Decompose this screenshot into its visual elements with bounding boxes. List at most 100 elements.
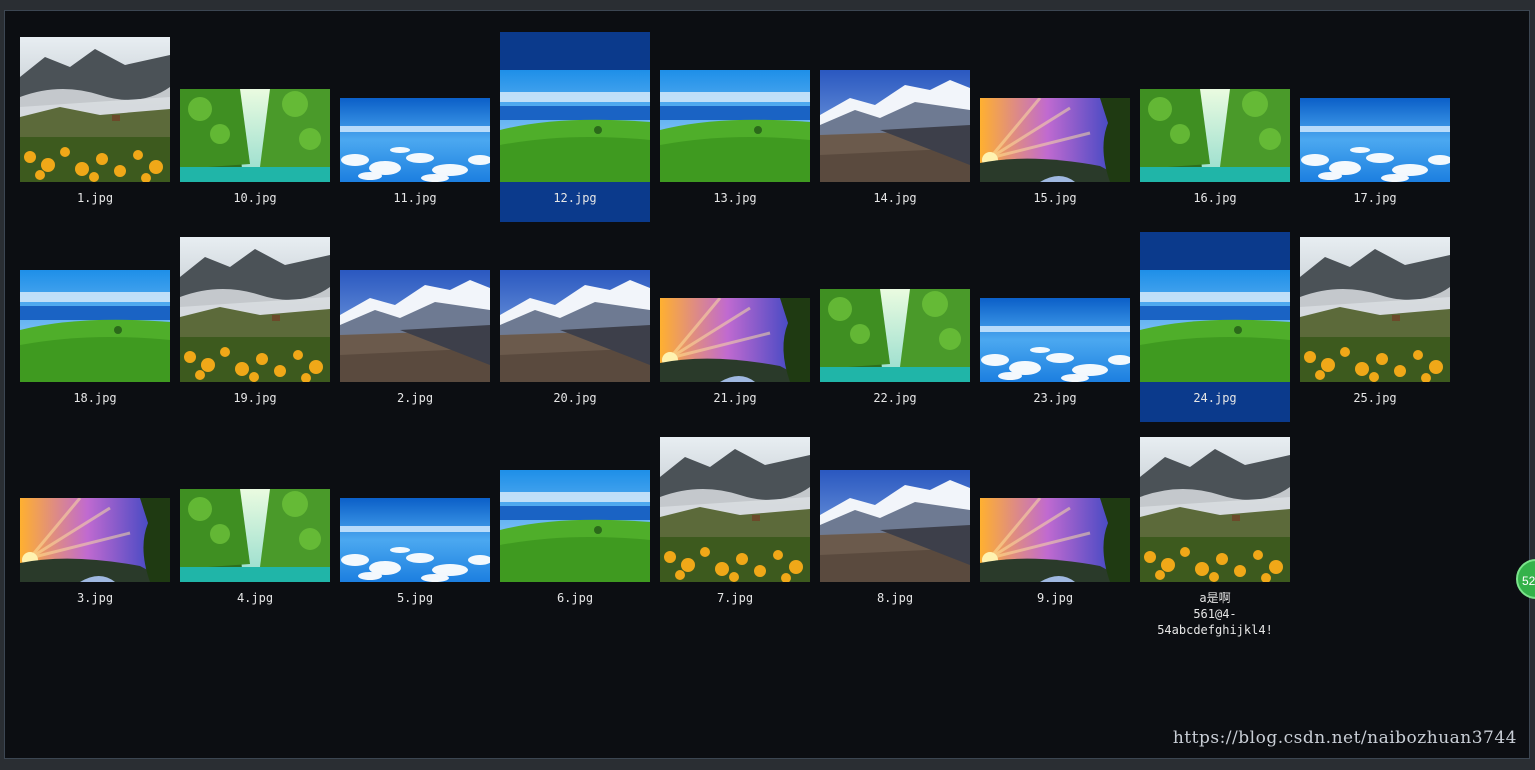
thumbnail-item[interactable]: 21.jpg [660, 232, 810, 422]
thumbnail-frame [340, 237, 490, 382]
thumbnail-caption: 3.jpg [76, 591, 114, 605]
thumbnail-frame [1140, 237, 1290, 382]
green-gorge-waterfall-image [180, 89, 330, 182]
thumbnail-frame [1140, 37, 1290, 182]
thumbnail-item[interactable]: 6.jpg [500, 432, 650, 622]
mist-mountain-flowers-image [1140, 437, 1290, 582]
thumbnail-item[interactable]: 19.jpg [180, 232, 330, 422]
thumbnail-frame [340, 37, 490, 182]
thumbnail-item[interactable]: 5.jpg [340, 432, 490, 622]
thumbnail-caption: 4.jpg [236, 591, 274, 605]
thumbnail-item[interactable]: 1.jpg [20, 32, 170, 222]
thumbnail-frame [820, 237, 970, 382]
thumbnail-frame [1140, 437, 1290, 582]
thumbnail-caption: 18.jpg [73, 391, 117, 405]
thumbnail-item[interactable]: 15.jpg [980, 32, 1130, 222]
thumbnail-frame [180, 237, 330, 382]
thumbnail-item[interactable]: 16.jpg [1140, 32, 1290, 222]
thumbnail-caption: 21.jpg [713, 391, 757, 405]
mist-mountain-flowers-image [1300, 237, 1450, 382]
thumbnail-item[interactable]: 23.jpg [980, 232, 1130, 422]
thumbnail-frame [20, 437, 170, 582]
sunset-valley-image [660, 298, 810, 382]
thumbnail-item[interactable]: 8.jpg [820, 432, 970, 622]
thumbnail-frame [980, 37, 1130, 182]
thumbnail-item[interactable]: 17.jpg [1300, 32, 1450, 222]
thumbnail-item[interactable]: 24.jpg [1140, 232, 1290, 422]
sky-clouds-image [340, 498, 490, 582]
thumbnail-item[interactable]: 7.jpg [660, 432, 810, 622]
thumbnail-frame [1300, 237, 1450, 382]
green-meadow-sea-image [20, 270, 170, 382]
thumbnail-caption: 22.jpg [873, 391, 917, 405]
sunset-valley-image [980, 498, 1130, 582]
thumbnail-item[interactable]: 18.jpg [20, 232, 170, 422]
thumbnail-frame [980, 237, 1130, 382]
thumbnail-frame [660, 237, 810, 382]
mist-mountain-flowers-image [20, 37, 170, 182]
thumbnail-item[interactable]: 20.jpg [500, 232, 650, 422]
thumbnail-frame [660, 37, 810, 182]
sunset-valley-image [980, 98, 1130, 182]
thumbnail-item[interactable]: a是啊 561@4-54abcdefghijkl4! [1140, 432, 1290, 637]
green-gorge-waterfall-image [1140, 89, 1290, 182]
mist-mountain-flowers-image [660, 437, 810, 582]
thumbnail-item[interactable]: 13.jpg [660, 32, 810, 222]
thumbnail-caption: 8.jpg [876, 591, 914, 605]
thumbnail-item[interactable]: 25.jpg [1300, 232, 1450, 422]
green-meadow-sea-image [1140, 270, 1290, 382]
thumbnail-item[interactable]: 3.jpg [20, 432, 170, 622]
thumbnail-caption: 7.jpg [716, 591, 754, 605]
thumbnail-item[interactable]: 11.jpg [340, 32, 490, 222]
green-meadow-sea-image [660, 70, 810, 182]
thumbnail-frame [180, 437, 330, 582]
thumbnail-caption: 24.jpg [1193, 391, 1237, 405]
thumbnail-caption: 10.jpg [233, 191, 277, 205]
sunset-valley-image [20, 498, 170, 582]
thumbnail-caption: 20.jpg [553, 391, 597, 405]
thumbnail-caption: 5.jpg [396, 591, 434, 605]
green-meadow-sea-image [500, 70, 650, 182]
green-gorge-waterfall-image [180, 489, 330, 582]
thumbnail-caption: 9.jpg [1036, 591, 1074, 605]
snowy-mountains-image [820, 70, 970, 182]
thumbnail-caption: 14.jpg [873, 191, 917, 205]
thumbnail-frame [340, 437, 490, 582]
thumbnail-frame [1300, 37, 1450, 182]
sky-clouds-image [1300, 98, 1450, 182]
thumbnail-caption: 17.jpg [1353, 191, 1397, 205]
thumbnail-frame [820, 37, 970, 182]
thumbnail-item[interactable]: 4.jpg [180, 432, 330, 622]
snowy-mountains-image [500, 270, 650, 382]
thumbnail-caption: a是啊 561@4-54abcdefghijkl4! [1157, 591, 1273, 637]
green-meadow-sea-image [500, 470, 650, 582]
thumbnail-panel: 1.jpg 10.jpg 11.jpg 12.jpg 13.jpg 14.jpg [4, 10, 1530, 759]
thumbnail-frame [660, 437, 810, 582]
thumbnail-item[interactable]: 22.jpg [820, 232, 970, 422]
mist-mountain-flowers-image [180, 237, 330, 382]
sky-clouds-image [980, 298, 1130, 382]
thumbnail-frame [820, 437, 970, 582]
thumbnail-item[interactable]: 10.jpg [180, 32, 330, 222]
thumbnail-caption: 23.jpg [1033, 391, 1077, 405]
thumbnail-item[interactable]: 9.jpg [980, 432, 1130, 622]
thumbnail-caption: 16.jpg [1193, 191, 1237, 205]
thumbnail-caption: 6.jpg [556, 591, 594, 605]
thumbnail-caption: 19.jpg [233, 391, 277, 405]
thumbnail-frame [500, 37, 650, 182]
thumbnail-caption: 2.jpg [396, 391, 434, 405]
sky-clouds-image [340, 98, 490, 182]
thumbnail-frame [180, 37, 330, 182]
thumbnail-item[interactable]: 12.jpg [500, 32, 650, 222]
thumbnail-frame [20, 237, 170, 382]
snowy-mountains-image [340, 270, 490, 382]
thumbnail-caption: 15.jpg [1033, 191, 1077, 205]
watermark-text: https://blog.csdn.net/naibozhuan3744 [1172, 728, 1517, 748]
thumbnail-frame [500, 237, 650, 382]
thumbnail-item[interactable]: 2.jpg [340, 232, 490, 422]
thumbnail-frame [980, 437, 1130, 582]
thumbnail-caption: 1.jpg [76, 191, 114, 205]
thumbnail-item[interactable]: 14.jpg [820, 32, 970, 222]
snowy-mountains-image [820, 470, 970, 582]
thumbnail-caption: 12.jpg [553, 191, 597, 205]
